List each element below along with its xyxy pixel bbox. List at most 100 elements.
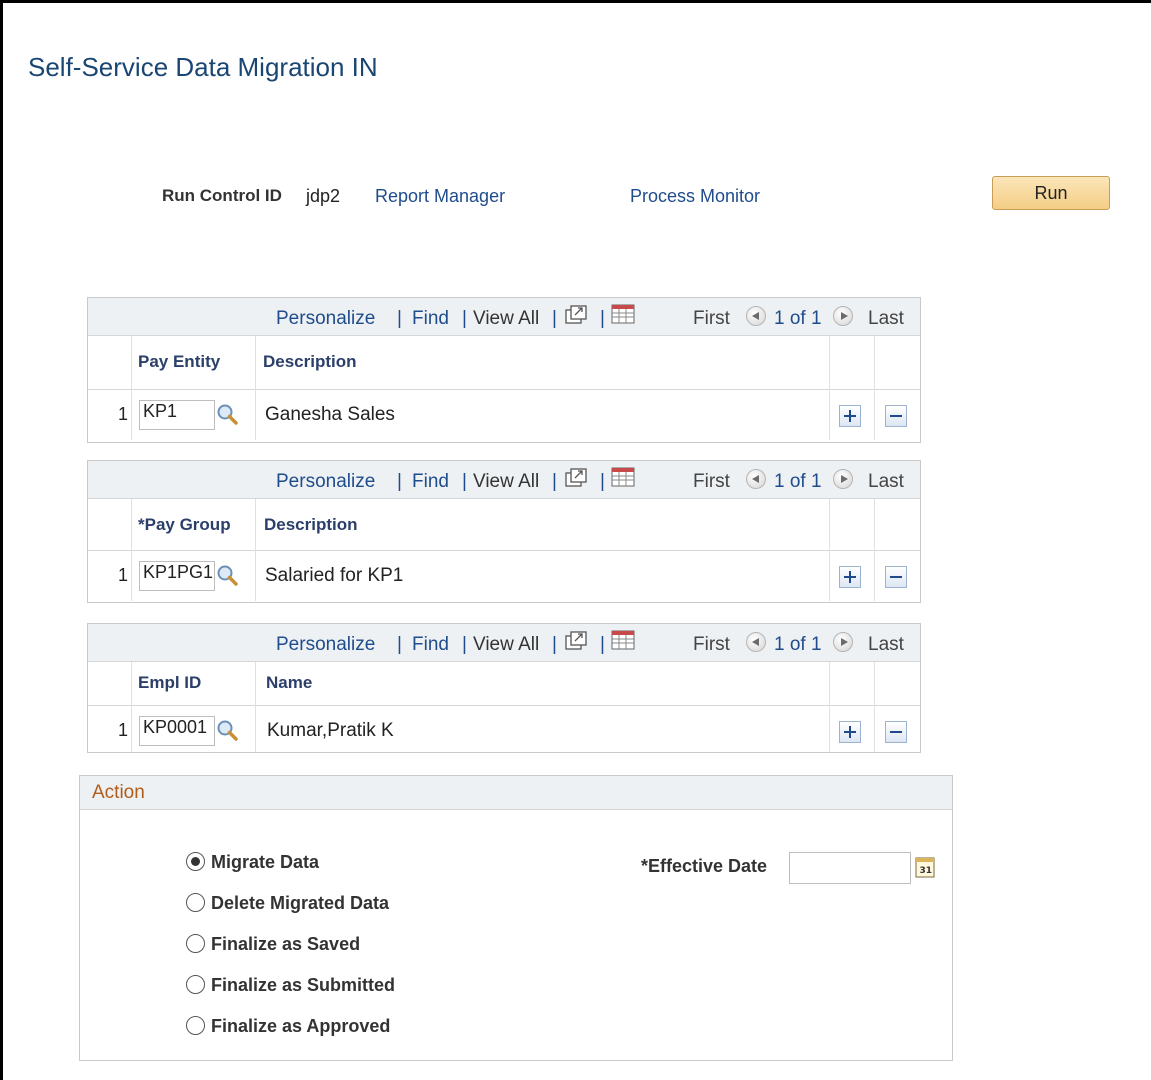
previous-row-icon[interactable]	[746, 306, 766, 332]
first-label: First	[693, 634, 730, 655]
radio-label: Finalize as Saved	[211, 934, 361, 954]
effective-date-input[interactable]	[789, 852, 911, 884]
magnifier-icon[interactable]	[216, 564, 238, 586]
previous-row-icon[interactable]	[746, 632, 766, 658]
nav-separator: |	[600, 308, 605, 329]
download-excel-icon[interactable]	[611, 304, 635, 324]
pay-group-description: Salaried for KP1	[265, 565, 404, 586]
grid-header-row: Pay Entity Description	[88, 336, 920, 390]
action-header: Action	[80, 776, 952, 810]
table-row: 1 KP1 Ganesha Sales	[88, 390, 920, 440]
pay-group-grid: Personalize | Find | View All | | First …	[87, 460, 921, 603]
nav-separator: |	[462, 634, 467, 655]
nav-separator: |	[552, 634, 557, 655]
pay-entity-column-header[interactable]: Pay Entity	[138, 352, 220, 372]
last-label: Last	[868, 471, 904, 492]
find-link[interactable]: Find	[412, 471, 449, 493]
view-all-link[interactable]: View All	[473, 634, 539, 656]
add-row-icon[interactable]	[839, 566, 861, 588]
pay-entity-description: Ganesha Sales	[265, 404, 395, 425]
row-number: 1	[118, 720, 129, 740]
row-range: 1 of 1	[774, 634, 822, 655]
radio-icon[interactable]	[186, 934, 205, 953]
empl-id-input[interactable]: KP0001	[139, 716, 215, 746]
run-control-label: Run Control ID	[162, 186, 282, 205]
last-label: Last	[868, 308, 904, 329]
row-range: 1 of 1	[774, 308, 822, 329]
first-label: First	[693, 308, 730, 329]
first-label: First	[693, 471, 730, 492]
radio-label: Finalize as Approved	[211, 1016, 391, 1036]
grid-navigation-bar: Personalize | Find | View All | | First …	[88, 461, 920, 499]
delete-row-icon[interactable]	[885, 405, 907, 427]
action-title: Action	[92, 782, 145, 803]
employee-grid: Personalize | Find | View All | | First …	[87, 623, 921, 753]
action-group-box: Action Migrate Data Delete Migrated Data…	[79, 775, 953, 1061]
employee-name: Kumar,Pratik K	[267, 720, 394, 741]
radio-label: Migrate Data	[211, 852, 320, 872]
table-row: 1 KP0001 Kumar,Pratik K	[88, 706, 920, 752]
page-title: Self-Service Data Migration IN	[28, 52, 378, 82]
calendar-icon[interactable]: 31	[915, 856, 935, 878]
nav-separator: |	[552, 308, 557, 329]
view-all-link[interactable]: View All	[473, 471, 539, 493]
previous-row-icon[interactable]	[746, 469, 766, 495]
radio-label: Delete Migrated Data	[211, 893, 390, 913]
delete-row-icon[interactable]	[885, 566, 907, 588]
download-excel-icon[interactable]	[611, 467, 635, 487]
name-column-header[interactable]: Name	[266, 673, 312, 693]
effective-date-label: *Effective Date	[641, 856, 768, 876]
next-row-icon[interactable]	[833, 469, 853, 495]
delete-row-icon[interactable]	[885, 721, 907, 743]
radio-icon[interactable]	[186, 893, 205, 912]
description-column-header[interactable]: Description	[264, 515, 358, 535]
personalize-link[interactable]: Personalize	[276, 634, 375, 656]
zoom-grid-icon[interactable]	[564, 630, 588, 652]
pay-group-column-header[interactable]: *Pay Group	[138, 515, 231, 535]
pay-group-input[interactable]: KP1PG1	[139, 561, 215, 591]
grid-header-row: *Pay Group Description	[88, 499, 920, 553]
radio-selected-icon[interactable]	[186, 852, 205, 871]
empl-id-column-header[interactable]: Empl ID	[138, 673, 201, 693]
radio-label: Finalize as Submitted	[211, 975, 396, 995]
radio-icon[interactable]	[186, 975, 205, 994]
nav-separator: |	[462, 471, 467, 492]
grid-navigation-bar: Personalize | Find | View All | | First …	[88, 624, 920, 662]
add-row-icon[interactable]	[839, 405, 861, 427]
process-monitor-link[interactable]: Process Monitor	[630, 186, 760, 207]
download-excel-icon[interactable]	[611, 630, 635, 650]
row-range: 1 of 1	[774, 471, 822, 492]
zoom-grid-icon[interactable]	[564, 304, 588, 326]
nav-separator: |	[397, 471, 402, 492]
run-control-value: jdp2	[306, 186, 341, 206]
radio-icon[interactable]	[186, 1016, 205, 1035]
table-row: 1 KP1PG1 Salaried for KP1	[88, 551, 920, 601]
report-manager-link[interactable]: Report Manager	[375, 186, 505, 207]
run-button[interactable]: Run	[992, 176, 1110, 210]
description-column-header[interactable]: Description	[263, 352, 357, 372]
personalize-link[interactable]: Personalize	[276, 471, 375, 493]
personalize-link[interactable]: Personalize	[276, 308, 375, 330]
row-number: 1	[118, 565, 129, 585]
find-link[interactable]: Find	[412, 308, 449, 330]
last-label: Last	[868, 634, 904, 655]
magnifier-icon[interactable]	[216, 403, 238, 425]
nav-separator: |	[397, 634, 402, 655]
magnifier-icon[interactable]	[216, 719, 238, 741]
pay-entity-grid: Personalize | Find | View All | | First …	[87, 297, 921, 443]
view-all-link[interactable]: View All	[473, 308, 539, 330]
next-row-icon[interactable]	[833, 306, 853, 332]
grid-navigation-bar: Personalize | Find | View All | | First …	[88, 298, 920, 336]
nav-separator: |	[600, 471, 605, 492]
nav-separator: |	[397, 308, 402, 329]
add-row-icon[interactable]	[839, 721, 861, 743]
nav-separator: |	[462, 308, 467, 329]
find-link[interactable]: Find	[412, 634, 449, 656]
pay-entity-input[interactable]: KP1	[139, 400, 215, 430]
next-row-icon[interactable]	[833, 632, 853, 658]
nav-separator: |	[600, 634, 605, 655]
grid-header-row: Empl ID Name	[88, 662, 920, 706]
row-number: 1	[118, 404, 129, 424]
nav-separator: |	[552, 471, 557, 492]
zoom-grid-icon[interactable]	[564, 467, 588, 489]
